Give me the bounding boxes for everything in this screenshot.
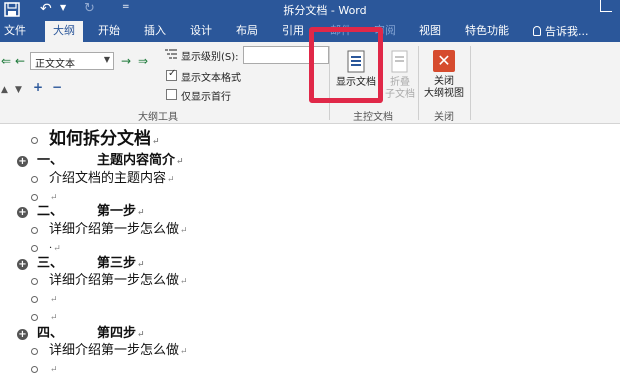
body-text-1: 介绍文档的主题内容↵ (49, 171, 175, 186)
tell-me-search[interactable]: 告诉我... (533, 23, 589, 39)
show-level-icon (165, 49, 177, 59)
tab-file[interactable]: 文件 (4, 23, 26, 39)
close-icon: ✕ (433, 50, 455, 72)
expand-heading-icon[interactable]: + (17, 207, 28, 218)
heading-4: 四、 第四步↵ (37, 326, 145, 341)
body-bullet-icon (31, 194, 38, 201)
tab-layout[interactable]: 布局 (236, 23, 258, 39)
heading-2: 二、 第一步↵ (37, 204, 145, 219)
expand-heading-icon[interactable]: + (17, 259, 28, 270)
show-first-line-checkbox[interactable] (166, 89, 177, 100)
heading-3: 三、 第三步↵ (37, 256, 145, 271)
show-level-label: 显示级别(S): (181, 52, 239, 63)
ribbon-display-options-icon[interactable] (600, 0, 612, 12)
tab-design[interactable]: 设计 (190, 23, 212, 39)
window-title: 拆分文档 - Word (283, 4, 367, 17)
promote-to-heading1-icon[interactable]: ⇐ (1, 55, 11, 67)
group-close: 关闭 (434, 112, 454, 123)
tab-view[interactable]: 视图 (419, 23, 441, 39)
body-bullet-icon (31, 137, 38, 144)
group-divider (418, 46, 419, 120)
body-bullet-icon (31, 366, 38, 373)
move-up-icon[interactable]: ▲ (1, 84, 8, 96)
heading-1: 一、 主题内容简介↵ (37, 153, 184, 168)
tab-references[interactable]: 引用 (282, 23, 304, 39)
document-title: 如何拆分文档↵ (49, 129, 160, 149)
expand-icon[interactable]: + (33, 81, 43, 93)
expand-heading-icon[interactable]: + (17, 156, 28, 167)
body-bullet-icon (31, 227, 38, 234)
body-text-4: 详细介绍第一步怎么做↵ (49, 343, 188, 358)
tab-home[interactable]: 开始 (98, 23, 120, 39)
collapse-icon[interactable]: − (52, 81, 62, 93)
group-outline-tools: 大纲工具 (138, 112, 178, 123)
tab-outline[interactable]: 大纲 (45, 21, 83, 42)
body-text-2: 详细介绍第一步怎么做↵ (49, 222, 188, 237)
empty-paragraph: ↵ (50, 313, 58, 323)
demote-icon[interactable]: → (121, 55, 131, 67)
close-label-2: 大纲视图 (424, 88, 464, 99)
close-outline-view-button[interactable]: ✕ 关闭 大纲视图 (420, 50, 468, 100)
show-first-line-label: 仅显示首行 (181, 92, 231, 103)
lightbulb-icon (533, 26, 541, 36)
empty-paragraph: ↵ (50, 365, 58, 375)
body-bullet-icon (31, 314, 38, 321)
outline-level-value: 正文文本 (35, 59, 75, 70)
tab-insert[interactable]: 插入 (144, 23, 166, 39)
move-down-icon[interactable]: ▼ (15, 84, 22, 96)
collapse-subdocuments-button[interactable]: 折叠 子文档 (384, 50, 416, 101)
expand-heading-icon[interactable]: + (17, 329, 28, 340)
close-label: 关闭 (434, 76, 454, 87)
body-bullet-icon (31, 278, 38, 285)
demote-to-body-icon[interactable]: ⇒ (138, 55, 148, 67)
collapse-label-2: 子文档 (385, 89, 415, 100)
body-text-3: 详细介绍第一步怎么做↵ (49, 273, 188, 288)
group-master-document: 主控文档 (353, 112, 393, 123)
empty-paragraph: ·↵ (49, 243, 61, 254)
document-area: 如何拆分文档↵ + 一、 主题内容简介↵ 介绍文档的主题内容↵ ↵ + 二、 第一步… (0, 125, 620, 384)
empty-paragraph: ↵ (50, 295, 58, 305)
promote-icon[interactable]: ← (15, 55, 25, 67)
outline-level-select[interactable]: 正文文本 ▼ (30, 52, 114, 70)
body-bullet-icon (31, 245, 38, 252)
collapse-subdocuments-icon (391, 50, 408, 73)
body-bullet-icon (31, 176, 38, 183)
tell-me-label: 告诉我... (545, 25, 589, 38)
group-divider (470, 46, 471, 120)
title-bar: ↶ ▼ ↻ = 拆分文档 - Word (0, 0, 620, 20)
highlight-annotation (309, 27, 383, 103)
chevron-down-icon: ▼ (103, 55, 110, 64)
collapse-label: 折叠 (390, 77, 410, 88)
show-text-format-label: 显示文本格式 (181, 73, 241, 84)
body-bullet-icon (31, 296, 38, 303)
tab-special-features[interactable]: 特色功能 (465, 23, 509, 39)
show-text-format-checkbox[interactable] (166, 68, 177, 81)
body-bullet-icon (31, 348, 38, 355)
